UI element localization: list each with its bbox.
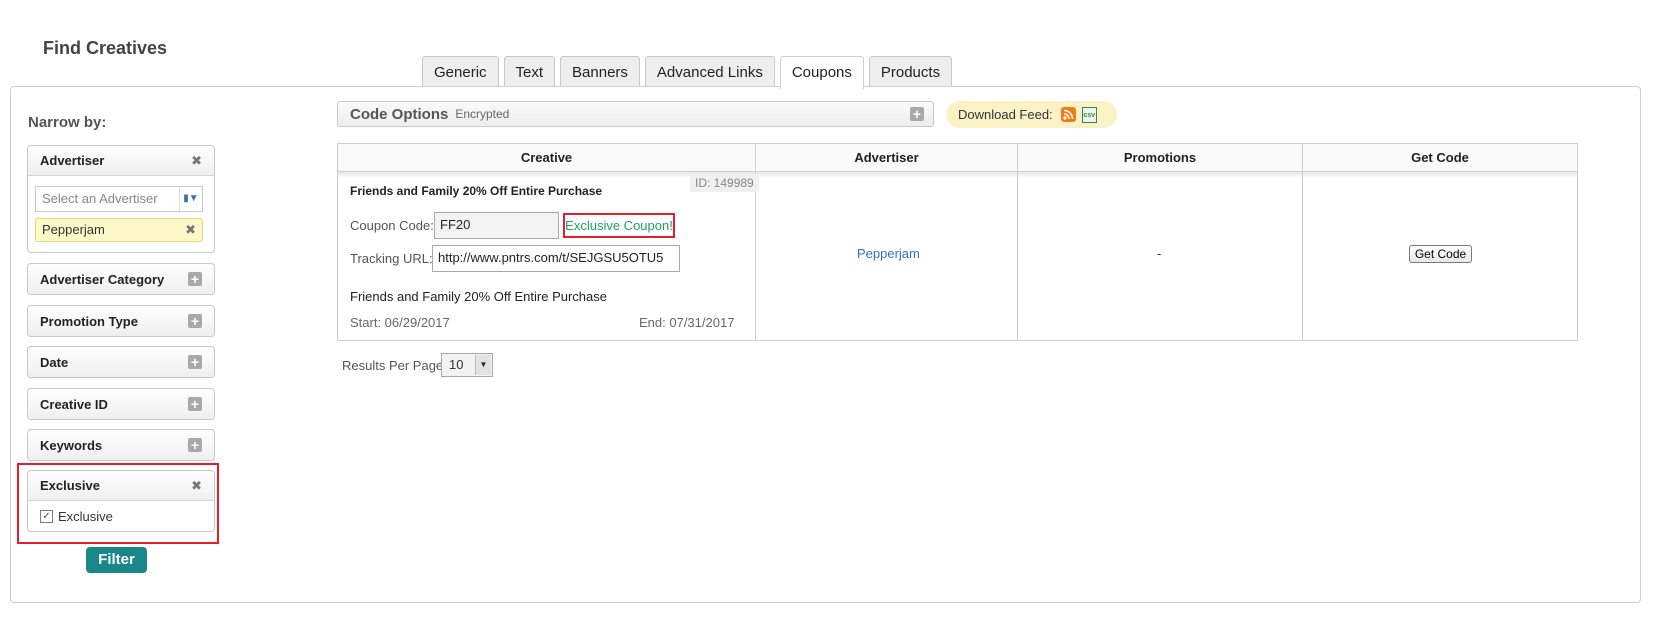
download-feed: Download Feed: csv (946, 101, 1117, 128)
code-options-subtitle: Encrypted (455, 107, 510, 121)
facet-date[interactable]: Date + (27, 346, 215, 378)
facet-creative-id-title: Creative ID (40, 396, 108, 412)
column-header-advertiser: Advertiser (756, 144, 1018, 172)
facet-promotion-type[interactable]: Promotion Type + (27, 305, 215, 337)
advertiser-link[interactable]: Pepperjam (857, 246, 920, 261)
creative-id-badge: ID: 149989 (690, 174, 759, 192)
tab-generic[interactable]: Generic (422, 56, 499, 87)
plus-icon[interactable]: + (188, 438, 202, 452)
facet-creative-id[interactable]: Creative ID + (27, 388, 215, 420)
code-options-title: Code Options (350, 105, 449, 123)
code-options-bar[interactable]: Code Options Encrypted + (337, 101, 934, 127)
tracking-url-label: Tracking URL: (350, 251, 433, 266)
tab-text[interactable]: Text (503, 56, 556, 87)
facet-advertiser-title: Advertiser (40, 153, 105, 168)
coupon-code-field[interactable]: FF20 (434, 212, 559, 239)
facet-advertiser-header[interactable]: Advertiser ✖ (28, 146, 214, 176)
results-per-page-select[interactable]: 10 ▼ (441, 353, 493, 377)
advertiser-select-placeholder: Select an Advertiser (42, 191, 158, 206)
results-per-page-label: Results Per Page: (342, 358, 447, 373)
get-code-button[interactable]: Get Code (1409, 245, 1472, 263)
tab-coupons[interactable]: Coupons (779, 56, 864, 89)
facet-advertiser-category-title: Advertiser Category (40, 271, 165, 287)
exclusive-coupon-tag: Exclusive Coupon! (563, 213, 675, 238)
chevron-down-icon[interactable]: ▮▼ (179, 187, 202, 211)
tracking-url-field[interactable]: http://www.pntrs.com/t/SEJGSU5OTU5 (432, 245, 680, 272)
page-title: Find Creatives (43, 38, 168, 58)
plus-icon[interactable]: + (910, 107, 924, 121)
creative-title: Friends and Family 20% Off Entire Purcha… (350, 184, 603, 198)
plus-icon[interactable]: + (188, 314, 202, 328)
facet-keywords[interactable]: Keywords + (27, 429, 215, 461)
column-header-promotions: Promotions (1018, 144, 1303, 172)
column-header-get-code: Get Code (1303, 144, 1577, 172)
rss-icon[interactable] (1060, 107, 1076, 122)
creative-type-tabs: Generic Text Banners Advanced Links Coup… (422, 56, 957, 89)
plus-icon[interactable]: + (188, 355, 202, 369)
end-date: End: 07/31/2017 (639, 315, 735, 330)
plus-icon[interactable]: + (188, 397, 202, 411)
csv-icon[interactable]: csv (1081, 106, 1097, 123)
tab-banners[interactable]: Banners (560, 56, 640, 87)
plus-icon[interactable]: + (188, 272, 202, 286)
creatives-table: Creative Advertiser Promotions Get Code … (337, 143, 1578, 341)
download-feed-label: Download Feed: (958, 107, 1053, 122)
start-date: Start: 06/29/2017 (350, 315, 450, 330)
coupon-code-label: Coupon Code: (350, 218, 434, 233)
remove-icon[interactable]: ✖ (185, 219, 196, 241)
selected-advertiser-label: Pepperjam (42, 222, 105, 237)
facet-advertiser: Advertiser ✖ Select an Advertiser ▮▼ Pep… (27, 145, 215, 253)
facet-keywords-title: Keywords (40, 437, 103, 453)
facet-promotion-type-title: Promotion Type (40, 313, 138, 329)
close-icon[interactable]: ✖ (191, 153, 202, 169)
filter-button[interactable]: Filter (86, 547, 147, 573)
exclusive-highlight-box (17, 463, 219, 544)
narrow-by-label: Narrow by: (28, 114, 107, 131)
advertiser-select[interactable]: Select an Advertiser ▮▼ (35, 186, 203, 212)
column-header-creative: Creative (338, 144, 756, 172)
chevron-down-icon[interactable]: ▼ (475, 355, 491, 375)
facet-date-title: Date (40, 354, 69, 370)
results-per-page-value: 10 (449, 357, 464, 372)
creative-description: Friends and Family 20% Off Entire Purcha… (350, 289, 607, 304)
selected-advertiser-chip: Pepperjam ✖ (35, 218, 203, 242)
tab-products[interactable]: Products (868, 56, 953, 87)
promotions-value: - (1157, 246, 1162, 261)
tab-advanced-links[interactable]: Advanced Links (644, 56, 775, 87)
facet-advertiser-category[interactable]: Advertiser Category + (27, 263, 215, 295)
